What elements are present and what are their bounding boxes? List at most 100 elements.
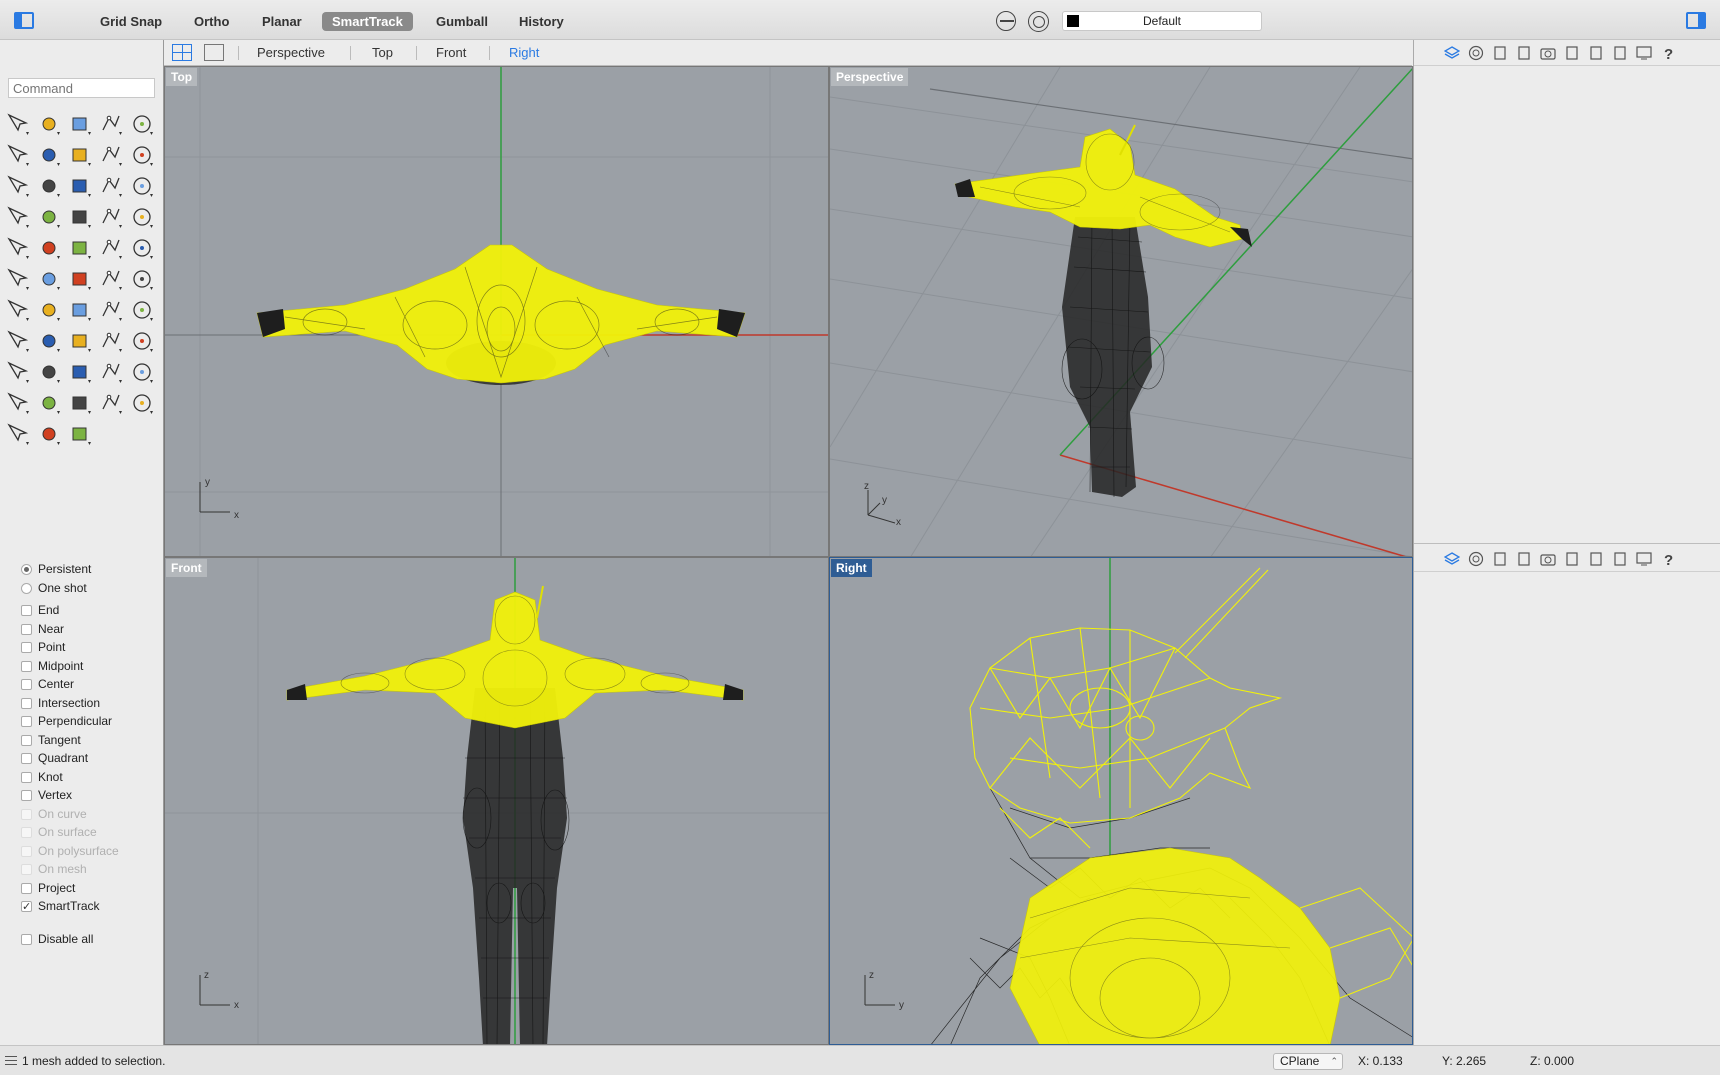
notes-icon[interactable] bbox=[1588, 45, 1604, 61]
trim-icon[interactable] bbox=[95, 201, 126, 232]
globe-icon[interactable] bbox=[95, 387, 126, 418]
viewport-right-canvas[interactable] bbox=[830, 558, 1413, 1045]
zoom-selected-icon[interactable] bbox=[126, 325, 157, 356]
osnap-perpendicular[interactable]: Perpendicular bbox=[18, 712, 158, 731]
single-viewport-layout-icon[interactable] bbox=[204, 44, 224, 61]
move-icon[interactable] bbox=[64, 263, 95, 294]
cage-icon[interactable] bbox=[95, 263, 126, 294]
array-icon[interactable] bbox=[33, 263, 64, 294]
camera-icon[interactable] bbox=[1540, 45, 1556, 61]
notes-icon[interactable] bbox=[1588, 551, 1604, 567]
rotate-view-icon[interactable] bbox=[2, 356, 33, 387]
right-sidebar-toggle-icon[interactable] bbox=[1686, 12, 1706, 29]
analyze-icon[interactable] bbox=[64, 294, 95, 325]
ortho-button[interactable]: Ortho bbox=[184, 12, 239, 31]
osnap-tangent[interactable]: Tangent bbox=[18, 731, 158, 750]
transform-icon[interactable] bbox=[2, 263, 33, 294]
plane-icon[interactable] bbox=[2, 201, 33, 232]
lock-icon[interactable] bbox=[2, 387, 33, 418]
osnap-vertex[interactable]: Vertex bbox=[18, 786, 158, 805]
osnap-knot[interactable]: Knot bbox=[18, 768, 158, 787]
color-wheel-icon[interactable] bbox=[64, 387, 95, 418]
surface-icon[interactable] bbox=[2, 170, 33, 201]
select-icon[interactable] bbox=[2, 108, 33, 139]
left-sidebar-toggle-icon[interactable] bbox=[14, 12, 34, 29]
osnap-point[interactable]: Point bbox=[18, 638, 158, 657]
circle-icon[interactable] bbox=[126, 108, 157, 139]
text-icon[interactable] bbox=[126, 232, 157, 263]
osnap-near[interactable]: Near bbox=[18, 620, 158, 639]
layers-icon[interactable] bbox=[1443, 45, 1461, 61]
record-history-icon[interactable] bbox=[1028, 11, 1049, 32]
tab-right[interactable]: Right bbox=[509, 45, 539, 61]
render-sphere-icon[interactable] bbox=[2, 418, 33, 449]
layer-icon[interactable] bbox=[33, 294, 64, 325]
paint-icon[interactable] bbox=[2, 325, 33, 356]
viewport-front[interactable]: Front z x bbox=[164, 557, 829, 1045]
frame-icon[interactable] bbox=[1612, 551, 1628, 567]
osnap-end[interactable]: End bbox=[18, 601, 158, 620]
explode-icon[interactable] bbox=[64, 201, 95, 232]
osnap-midpoint[interactable]: Midpoint bbox=[18, 657, 158, 676]
current-layer-select[interactable]: Default bbox=[1062, 11, 1262, 31]
document-icon[interactable] bbox=[1492, 45, 1508, 61]
viewport-perspective[interactable]: Perspective z y x bbox=[829, 66, 1413, 557]
car-icon[interactable] bbox=[33, 356, 64, 387]
render-icon[interactable] bbox=[1564, 551, 1580, 567]
viewport-front-canvas[interactable] bbox=[165, 558, 829, 1045]
osnap-quadrant[interactable]: Quadrant bbox=[18, 749, 158, 768]
viewport-right[interactable]: Right z y bbox=[829, 557, 1413, 1045]
cplane-select[interactable]: CPlane bbox=[1273, 1053, 1343, 1070]
osnap-one-shot[interactable]: One shot bbox=[18, 579, 158, 598]
extrude-icon[interactable] bbox=[33, 170, 64, 201]
curve-icon[interactable] bbox=[95, 108, 126, 139]
polyline-icon[interactable] bbox=[64, 108, 95, 139]
polygon-icon[interactable] bbox=[33, 139, 64, 170]
osnap-toggle-icon[interactable] bbox=[996, 11, 1016, 31]
viewport-top-canvas[interactable] bbox=[165, 67, 829, 557]
display-icon[interactable] bbox=[1636, 45, 1652, 61]
viewport-label-front[interactable]: Front bbox=[166, 559, 207, 577]
grid-snap-button[interactable]: Grid Snap bbox=[90, 12, 172, 31]
osnap-disable-all[interactable]: Disable all bbox=[18, 930, 158, 949]
boolean-icon[interactable] bbox=[2, 232, 33, 263]
material-icon[interactable] bbox=[33, 387, 64, 418]
texture-icon[interactable] bbox=[64, 356, 95, 387]
osnap-persistent[interactable]: Persistent bbox=[18, 560, 158, 579]
osnap-center[interactable]: Center bbox=[18, 675, 158, 694]
object-icon[interactable] bbox=[1516, 45, 1532, 61]
grid-icon[interactable] bbox=[2, 294, 33, 325]
planar-button[interactable]: Planar bbox=[252, 12, 312, 31]
help-icon[interactable]: ? bbox=[1660, 551, 1676, 569]
cylinder-icon[interactable] bbox=[126, 170, 157, 201]
command-input[interactable] bbox=[8, 78, 155, 98]
tab-perspective[interactable]: Perspective bbox=[257, 45, 325, 61]
lights-icon[interactable] bbox=[95, 356, 126, 387]
osnap-smarttrack[interactable]: SmartTrack bbox=[18, 897, 158, 916]
viewport-perspective-canvas[interactable] bbox=[830, 67, 1413, 557]
rectangle-icon[interactable] bbox=[64, 139, 95, 170]
camera-icon[interactable] bbox=[1540, 551, 1556, 567]
fillet-curve-icon[interactable] bbox=[126, 139, 157, 170]
help-icon[interactable]: ? bbox=[1660, 45, 1676, 63]
ellipse-icon[interactable] bbox=[2, 139, 33, 170]
frame-icon[interactable] bbox=[1612, 45, 1628, 61]
viewport-label-top[interactable]: Top bbox=[166, 68, 198, 86]
sphere-icon[interactable] bbox=[95, 170, 126, 201]
viewport-label-perspective[interactable]: Perspective bbox=[831, 68, 909, 86]
document-icon[interactable] bbox=[1492, 551, 1508, 567]
check-icon[interactable] bbox=[95, 294, 126, 325]
render-icon[interactable] bbox=[126, 294, 157, 325]
display-icon[interactable] bbox=[1636, 551, 1652, 567]
zoom-icon[interactable] bbox=[33, 325, 64, 356]
split-icon[interactable] bbox=[126, 201, 157, 232]
command-history-icon[interactable] bbox=[5, 1056, 17, 1065]
zoom-extents-icon[interactable] bbox=[95, 325, 126, 356]
materials-icon[interactable] bbox=[1468, 45, 1484, 61]
group-icon[interactable] bbox=[33, 232, 64, 263]
tab-top[interactable]: Top bbox=[372, 45, 393, 61]
gumball-icon[interactable] bbox=[64, 418, 95, 449]
materials-icon[interactable] bbox=[1468, 551, 1484, 567]
osnap-intersection[interactable]: Intersection bbox=[18, 694, 158, 713]
dimension-icon[interactable] bbox=[126, 263, 157, 294]
